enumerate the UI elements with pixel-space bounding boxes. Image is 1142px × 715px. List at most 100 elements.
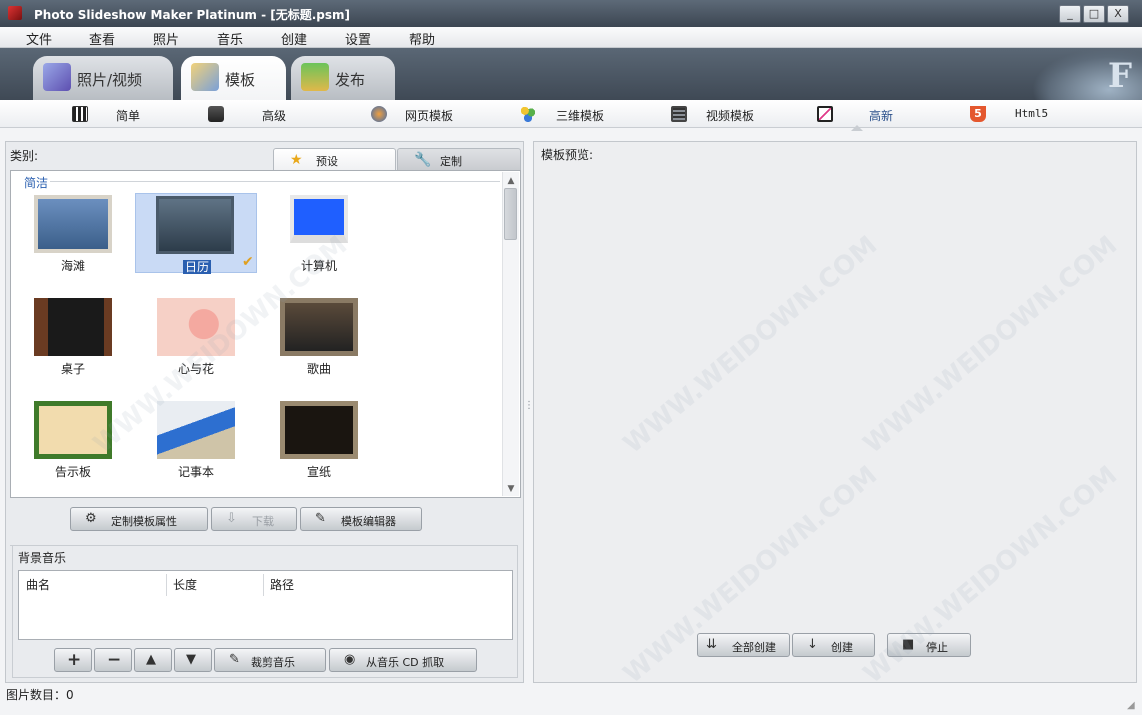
tab-custom[interactable]: 🔧 定制 (397, 148, 521, 170)
tab-photo-video[interactable]: 照片/视频 (33, 56, 173, 100)
gear-icon: ⚙ (85, 511, 97, 526)
tab-publish[interactable]: 发布 (291, 56, 395, 100)
template-item[interactable]: 记事本 (155, 399, 237, 479)
template-editor-button[interactable]: ✎ 模板编辑器 (300, 507, 422, 531)
film-icon (671, 106, 687, 122)
app-icon (8, 6, 22, 20)
music-list[interactable] (18, 570, 513, 640)
subtab-label: Html5 (1015, 107, 1049, 120)
subtab-simple[interactable]: 简单 (72, 106, 152, 124)
stop-icon: ■ (902, 637, 915, 652)
scroll-up-icon[interactable]: ▲ (505, 175, 517, 187)
menu-create[interactable]: 创建 (281, 29, 307, 48)
maximize-button[interactable]: □ (1083, 5, 1105, 23)
cd-icon: ◉ (344, 652, 356, 667)
template-item[interactable]: 计算机 (278, 193, 360, 273)
template-caption: 海滩 (60, 259, 85, 273)
create-button[interactable]: ↓ 创建 (792, 633, 875, 657)
trim-music-button[interactable]: ✎ 裁剪音乐 (214, 648, 326, 672)
subtab-label: 高级 (262, 109, 287, 123)
tab-template[interactable]: 模板 (181, 56, 286, 100)
minimize-button[interactable]: _ (1059, 5, 1081, 23)
down-arrow-icon: ↓ (807, 637, 818, 652)
tab-preset[interactable]: ★ 预设 (273, 148, 396, 170)
subtab-web-template[interactable]: 网页模板 (371, 106, 461, 124)
subtab-hd[interactable]: 高新 (817, 106, 897, 124)
window-title: Photo Slideshow Maker Platinum - [无标题.ps… (34, 8, 351, 22)
menu-photo[interactable]: 照片 (153, 29, 179, 48)
template-thumbnail (157, 298, 235, 356)
plus-icon: + (67, 650, 82, 670)
resize-grip-icon[interactable]: ◢ (1127, 700, 1139, 712)
add-music-button[interactable]: + (54, 648, 92, 672)
subtab-video-template[interactable]: 视频模板 (671, 106, 761, 124)
publish-icon (301, 63, 329, 91)
column-separator (166, 574, 167, 596)
button-label: 停止 (926, 641, 948, 654)
template-thumbnail (156, 196, 234, 254)
move-up-button[interactable]: ▲ (134, 648, 172, 672)
menu-file[interactable]: 文件 (26, 29, 52, 48)
menu-music[interactable]: 音乐 (217, 29, 243, 48)
template-thumbnail (34, 195, 112, 253)
button-label: 从音乐 CD 抓取 (366, 656, 445, 669)
template-item-selected[interactable]: 日历 ✔ (135, 193, 258, 275)
create-all-button[interactable]: ⇊ 全部创建 (697, 633, 790, 657)
template-item[interactable]: 歌曲 (278, 296, 360, 376)
toolbox-icon (208, 106, 224, 122)
wrench-icon: 🔧 (414, 152, 432, 168)
tab-label: 照片/视频 (77, 71, 143, 89)
rip-cd-button[interactable]: ◉ 从音乐 CD 抓取 (329, 648, 477, 672)
scroll-down-icon[interactable]: ▼ (505, 483, 517, 495)
move-down-button[interactable]: ▼ (174, 648, 212, 672)
3d-template-icon (520, 106, 536, 122)
template-item[interactable]: 海滩 (32, 193, 114, 273)
menu-settings[interactable]: 设置 (345, 29, 371, 48)
template-icon (191, 63, 219, 91)
template-thumbnail (290, 195, 348, 243)
template-caption-text: 日历 (182, 260, 211, 274)
button-label: 模板编辑器 (341, 515, 396, 528)
minus-icon: − (107, 650, 122, 670)
remove-music-button[interactable]: − (94, 648, 132, 672)
template-thumbnail (34, 298, 112, 356)
subtab-advanced[interactable]: 高级 (208, 106, 298, 124)
subtab-html5[interactable]: 5 Html5 (970, 106, 1050, 124)
subtab-3d-template[interactable]: 三维模板 (520, 106, 610, 124)
subtab-label: 三维模板 (556, 109, 605, 123)
menu-bar: 文件 查看 照片 音乐 创建 设置 帮助 (0, 27, 1142, 48)
template-thumbnail (280, 298, 358, 356)
star-icon: ★ (290, 152, 303, 168)
menu-help[interactable]: 帮助 (409, 29, 435, 48)
customize-template-button[interactable]: ⚙ 定制模板属性 (70, 507, 208, 531)
stop-button[interactable]: ■ 停止 (887, 633, 971, 657)
template-item[interactable]: 告示板 (32, 399, 114, 479)
column-header-path[interactable]: 路径 (270, 576, 294, 593)
panel-splitter[interactable]: ⋮ (524, 400, 534, 424)
template-caption: 日历 (136, 258, 258, 275)
column-header-name[interactable]: 曲名 (26, 576, 50, 593)
tab-label: 发布 (335, 71, 366, 89)
template-item[interactable]: 心与花 (155, 296, 237, 376)
download-button[interactable]: ⇩ 下载 (211, 507, 297, 531)
subtab-label: 视频模板 (706, 109, 755, 123)
template-item[interactable]: 桌子 (32, 296, 114, 376)
subtab-label: 简单 (116, 109, 141, 123)
column-header-length[interactable]: 长度 (173, 576, 197, 593)
preview-label: 模板预览: (541, 148, 594, 162)
template-type-bar: 简单 高级 网页模板 三维模板 视频模板 高新 5 Html5 (0, 100, 1142, 128)
scrollbar-thumb[interactable] (504, 188, 517, 240)
menu-view[interactable]: 查看 (89, 29, 115, 48)
template-item[interactable]: 宣纸 (278, 399, 360, 479)
category-label: 类别: (10, 149, 39, 163)
title-bar: Photo Slideshow Maker Platinum - [无标题.ps… (0, 0, 1142, 27)
group-divider (50, 181, 500, 182)
brand-decoration-icon: F (1107, 56, 1132, 96)
double-down-arrow-icon: ⇊ (706, 637, 717, 652)
active-subtab-caret (851, 125, 863, 131)
button-label: 下载 (252, 515, 274, 528)
tab-label: 模板 (225, 71, 256, 89)
subtab-label: 高新 (869, 109, 894, 123)
close-button[interactable]: X (1107, 5, 1129, 23)
template-caption: 桌子 (60, 362, 85, 376)
